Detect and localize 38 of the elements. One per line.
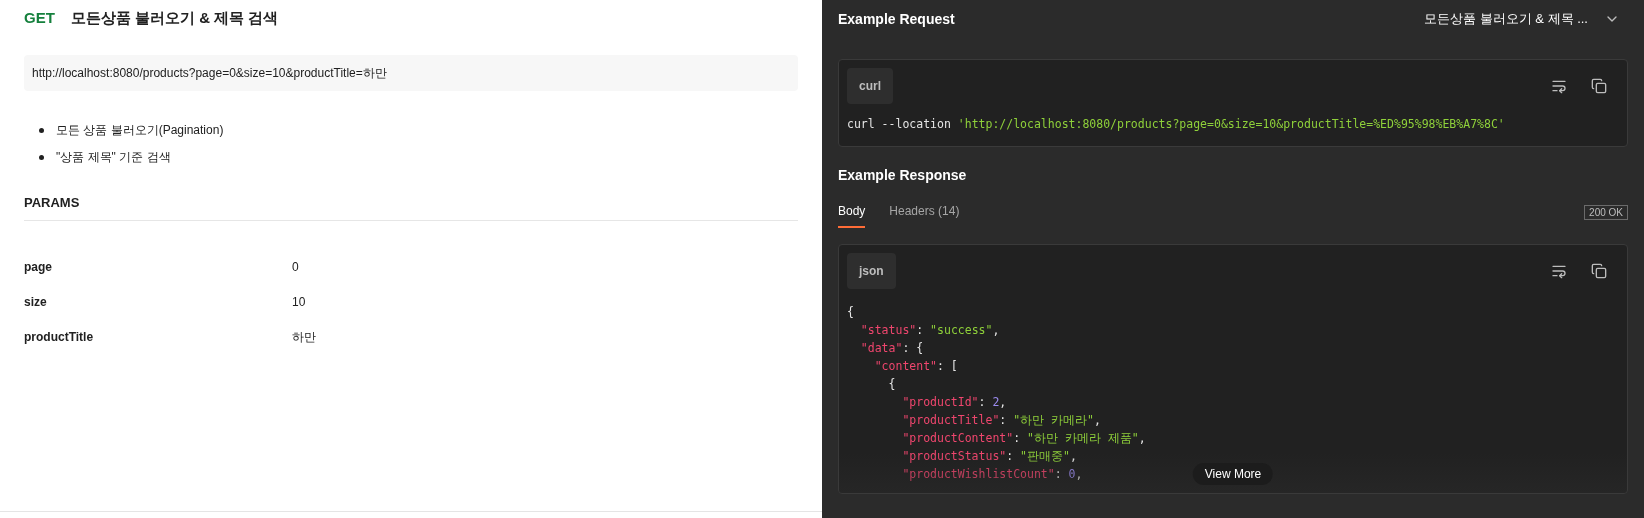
code-line: "productStatus": "판매중", <box>901 448 1077 465</box>
code-line: curl --location 'http://localhost:8080/products?page=0&size=10&productTitle=%ED%95%98%EB%A7%8C' <box>847 116 1505 133</box>
http-method: GET <box>24 7 55 28</box>
status-badge: 200 OK <box>1584 205 1628 220</box>
view-more-button[interactable]: View More <box>1192 463 1274 485</box>
section-heading: Example Request <box>838 9 955 29</box>
copy-icon[interactable] <box>1591 78 1607 94</box>
url-field: http://localhost:8080/products?page=0&size=10&productTitle=하만 <box>24 55 798 91</box>
code-line: "productId": 2, <box>901 394 1007 411</box>
example-selector[interactable]: 모든상품 불러오기 & 제목 ... <box>1424 9 1628 29</box>
param-value: 0 <box>292 259 299 276</box>
param-name: page <box>24 259 53 276</box>
code-line: "data": { <box>859 340 924 357</box>
code-line: "productContent": "하만 카메라 제품", <box>901 430 1146 447</box>
response-tab[interactable]: Headers (14) <box>889 198 960 228</box>
code-line: "productWishlistCount": 0, <box>901 466 1083 483</box>
code-line: { <box>887 376 896 393</box>
param-name: size <box>24 294 48 311</box>
param-name: productTitle <box>24 329 95 346</box>
code-line: "content": [ <box>873 358 958 375</box>
copy-icon[interactable] <box>1591 263 1607 279</box>
wrap-lines-icon[interactable] <box>1551 263 1567 279</box>
param-value: 하만 <box>292 329 316 346</box>
response-tab[interactable]: Body <box>838 198 866 228</box>
code-line: "productTitle": "하만 카메라", <box>901 412 1101 429</box>
language-label: curl <box>847 68 893 104</box>
section-heading: Example Response <box>838 166 968 185</box>
code-line: { <box>847 304 854 321</box>
params-heading: PARAMS <box>24 195 80 210</box>
param-value: 10 <box>292 294 306 311</box>
wrap-lines-icon[interactable] <box>1551 78 1567 94</box>
bullet-icon <box>39 127 44 133</box>
code-line: "status": "success", <box>859 322 1000 339</box>
bullet-icon <box>39 154 44 160</box>
description-text: "상품 제목" 기준 검색 <box>56 149 171 166</box>
description-text: 모든 상품 불러오기(Pagination) <box>56 122 224 139</box>
language-label: json <box>847 253 896 289</box>
request-title: 모든상품 불러오기 & 제목 검색 <box>70 7 279 28</box>
